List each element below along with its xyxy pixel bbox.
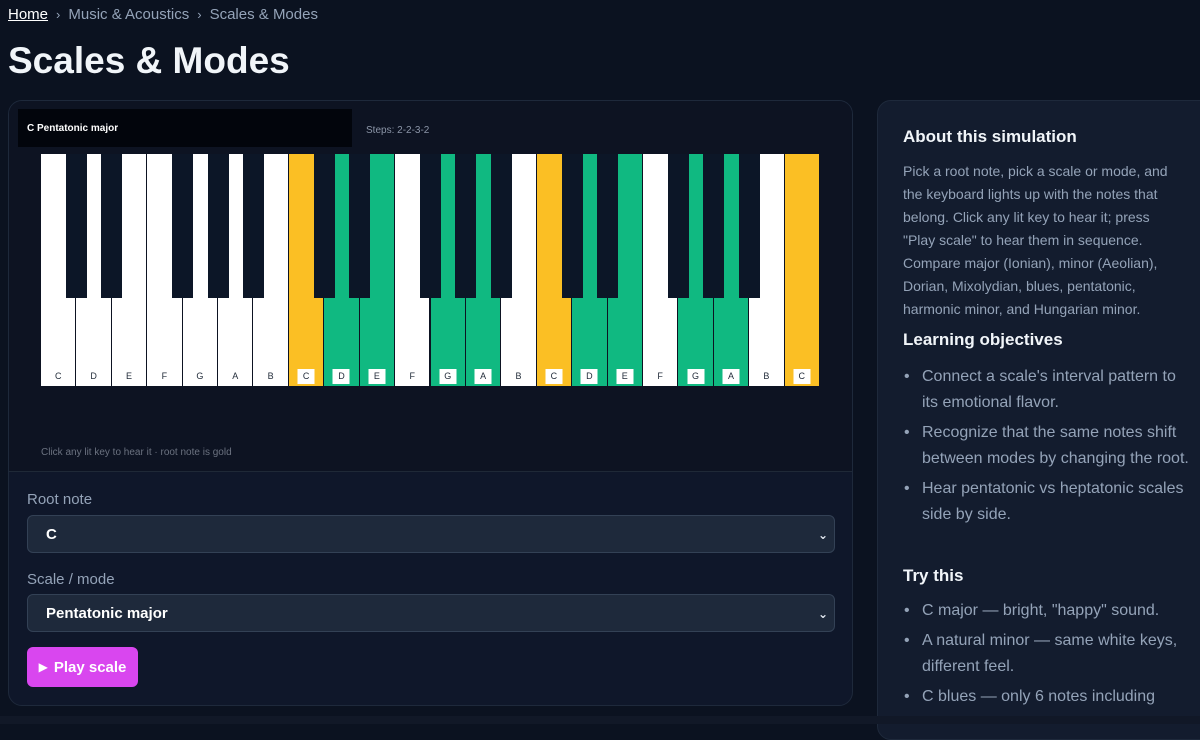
play-icon: ▶ xyxy=(38,660,48,674)
black-key[interactable] xyxy=(490,154,512,298)
about-title: About this simulation xyxy=(903,127,1077,146)
scale-mode-label: Scale / mode xyxy=(27,571,115,588)
breadcrumb-home-link[interactable]: Home xyxy=(8,6,48,23)
scale-name-label: C Pentatonic major xyxy=(18,109,352,147)
try-this-title: Try this xyxy=(903,566,964,585)
objectives-title: Learning objectives xyxy=(903,330,1063,349)
key-label: A xyxy=(226,369,244,384)
scale-mode-select[interactable]: Pentatonic major ⌄ xyxy=(27,594,835,632)
list-item: C major — bright, "happy" sound. xyxy=(903,598,1193,624)
black-key[interactable] xyxy=(561,154,583,298)
key-label: D xyxy=(85,369,103,384)
key-label: A xyxy=(474,369,492,384)
black-key[interactable] xyxy=(667,154,689,298)
black-key[interactable] xyxy=(420,154,441,298)
key-label: C xyxy=(49,369,67,384)
key-label: C xyxy=(793,369,811,384)
about-text: Pick a root note, pick a scale or mode, … xyxy=(903,163,1168,317)
key-label: D xyxy=(580,369,598,384)
key-label: F xyxy=(155,369,173,384)
breadcrumb-section[interactable]: Music & Acoustics xyxy=(68,6,189,23)
keyboard-hint: Click any lit key to hear it · root note… xyxy=(41,447,232,458)
list-item: Connect a scale's interval pattern to it… xyxy=(903,364,1193,416)
black-key[interactable] xyxy=(738,154,760,298)
key-label: G xyxy=(439,369,457,384)
key-label: D xyxy=(332,369,350,384)
key-label: G xyxy=(191,369,209,384)
bottom-scrollbar[interactable] xyxy=(0,716,1200,724)
simulation-card: C Pentatonic major Steps: 2-2-3-2 C D E F G A… xyxy=(8,100,853,706)
key-label: A xyxy=(722,369,740,384)
objectives-list: Connect a scale's interval pattern to it… xyxy=(903,364,1193,532)
black-key[interactable] xyxy=(242,154,264,298)
page-title: Scales & Modes xyxy=(8,40,290,81)
black-key[interactable] xyxy=(703,154,725,298)
key-label: E xyxy=(616,369,634,384)
list-item: C blues — only 6 notes including xyxy=(903,684,1193,710)
root-note-label: Root note xyxy=(27,491,93,508)
black-key[interactable] xyxy=(455,154,477,298)
key-label: F xyxy=(651,369,669,384)
root-note-select[interactable]: C ⌄ xyxy=(27,515,835,553)
list-item: Hear pentatonic vs heptatonic scales sid… xyxy=(903,476,1193,528)
chevron-down-icon: ⌄ xyxy=(817,607,828,621)
key-label: B xyxy=(510,369,528,384)
scale-mode-value: Pentatonic major xyxy=(46,605,168,622)
white-key-c[interactable]: C xyxy=(784,154,820,386)
black-key[interactable] xyxy=(313,154,335,298)
key-label: C xyxy=(297,369,315,384)
black-key[interactable] xyxy=(349,154,371,298)
list-item: A natural minor — same white keys, diffe… xyxy=(903,628,1193,680)
black-key[interactable] xyxy=(597,154,619,298)
try-this-list: C major — bright, "happy" sound. A natur… xyxy=(903,598,1193,714)
key-label: B xyxy=(757,369,775,384)
chevron-down-icon: ⌄ xyxy=(817,528,828,542)
key-label: E xyxy=(120,369,138,384)
steps-label: Steps: 2-2-3-2 xyxy=(366,125,430,136)
piano-keyboard: CDEFGABCDEFGABCDEFGABC xyxy=(41,154,820,386)
key-label: F xyxy=(403,369,421,384)
black-key[interactable] xyxy=(172,154,194,298)
root-note-value: C xyxy=(46,526,57,543)
key-label: B xyxy=(262,369,280,384)
keyboard-canvas: C Pentatonic major Steps: 2-2-3-2 C D E F G A… xyxy=(9,101,852,472)
breadcrumb-separator-icon: › xyxy=(197,7,202,22)
black-key[interactable] xyxy=(101,154,123,298)
black-key[interactable] xyxy=(207,154,229,298)
play-scale-button[interactable]: ▶ Play scale xyxy=(27,647,138,687)
breadcrumb-separator-icon: › xyxy=(56,7,61,22)
key-label: C xyxy=(545,369,563,384)
black-key[interactable] xyxy=(65,154,87,298)
info-sidebar: About this simulation Pick a root note, … xyxy=(877,100,1200,740)
key-label: G xyxy=(687,369,705,384)
breadcrumb-current: Scales & Modes xyxy=(209,6,318,23)
play-scale-label: Play scale xyxy=(53,658,127,676)
key-label: E xyxy=(368,369,386,384)
list-item: Recognize that the same notes shift betw… xyxy=(903,420,1193,472)
breadcrumb: Home › Music & Acoustics › Scales & Mode… xyxy=(8,6,318,23)
